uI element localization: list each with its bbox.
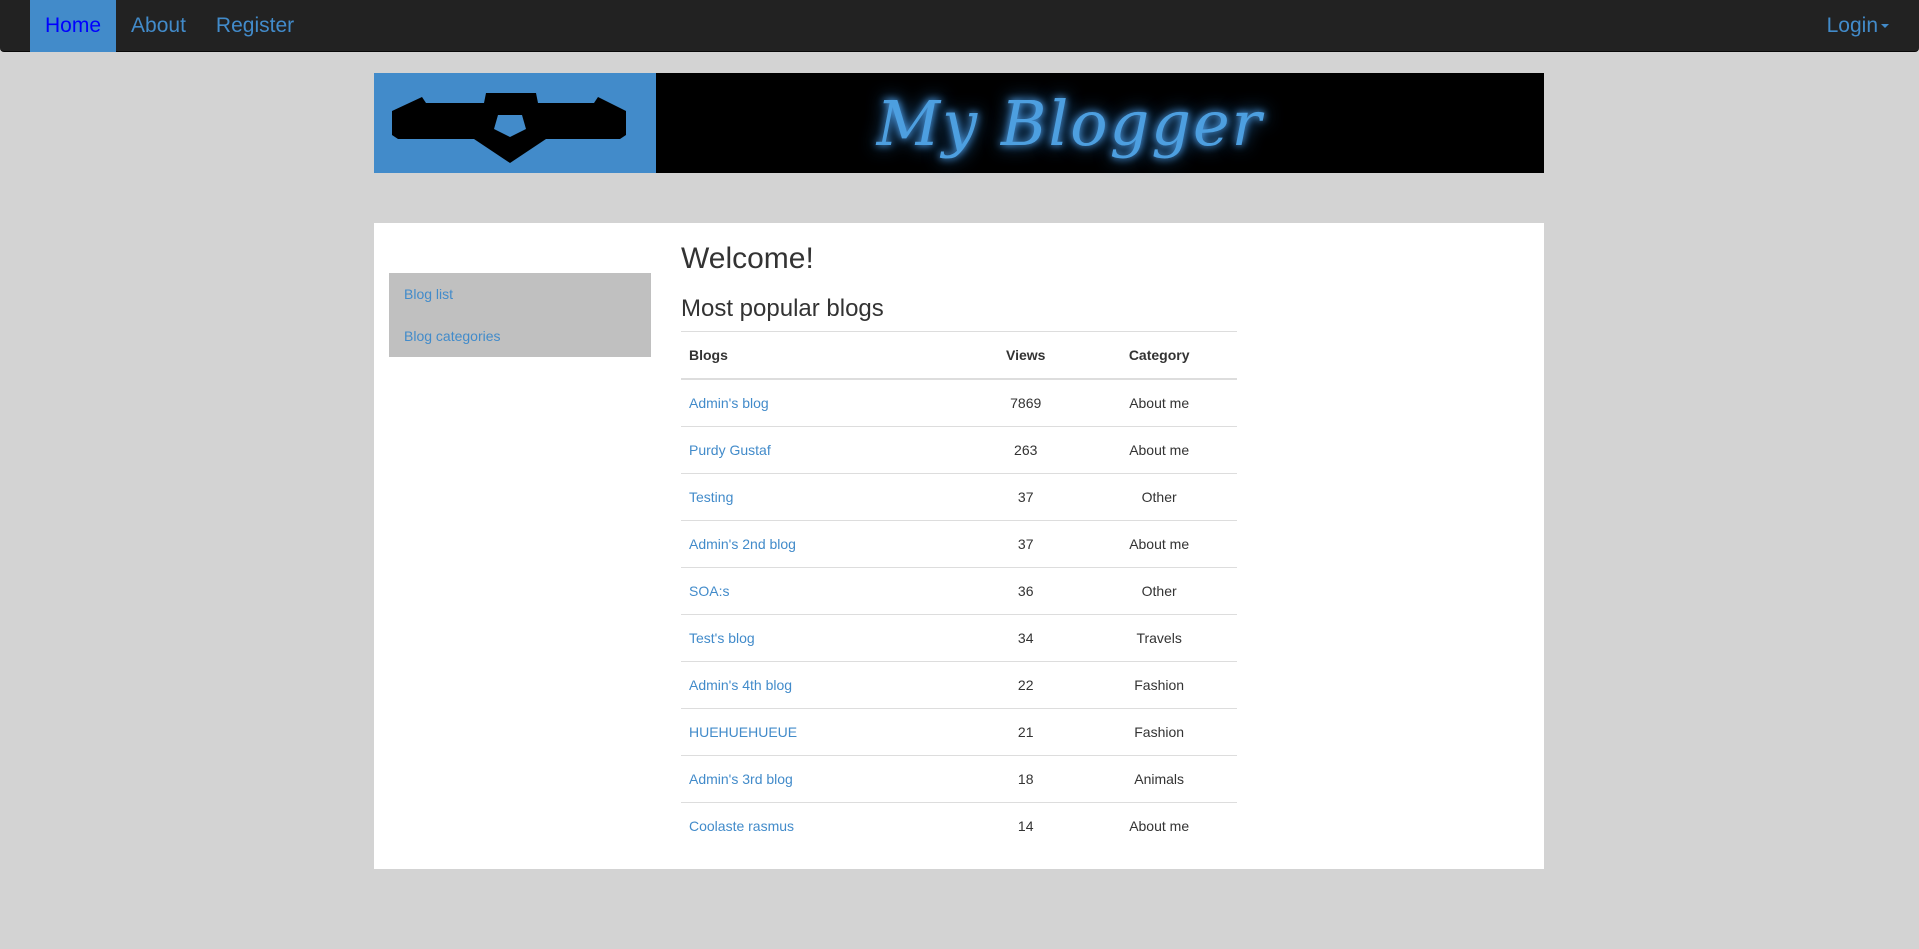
- blog-link[interactable]: Testing: [681, 473, 971, 521]
- sidebar-item-blog-list[interactable]: Blog list: [389, 273, 651, 315]
- site-banner: My Blogger: [374, 73, 1544, 173]
- section-title: Most popular blogs: [681, 295, 884, 322]
- sidebar: Blog list Blog categories: [389, 273, 651, 357]
- table-row: HUEHUEHUEUE 21 Fashion: [681, 708, 1237, 756]
- blog-category: About me: [1081, 802, 1237, 849]
- blog-link[interactable]: Purdy Gustaf: [681, 426, 971, 474]
- blog-link[interactable]: Admin's 2nd blog: [681, 520, 971, 568]
- blog-views: 263: [970, 426, 1082, 474]
- blog-views: 34: [970, 614, 1082, 662]
- blog-category: Other: [1081, 473, 1237, 521]
- blog-views: 37: [970, 473, 1082, 521]
- blog-link[interactable]: HUEHUEHUEUE: [681, 708, 971, 756]
- content-container: Blog list Blog categories Welcome! Most …: [374, 223, 1544, 869]
- banner-title: My Blogger: [876, 86, 1264, 160]
- table-row: SOA:s 36 Other: [681, 567, 1237, 615]
- top-navbar: Home About Register Login: [0, 0, 1919, 52]
- table-row: Testing 37 Other: [681, 473, 1237, 521]
- blog-link[interactable]: Coolaste rasmus: [681, 802, 971, 849]
- page-title: Welcome!: [681, 242, 814, 275]
- table-row: Admin's blog 7869 About me: [681, 378, 1237, 427]
- blog-link[interactable]: SOA:s: [681, 567, 971, 615]
- blog-views: 37: [970, 520, 1082, 568]
- table-row: Admin's 3rd blog 18 Animals: [681, 755, 1237, 803]
- blog-link[interactable]: Admin's blog: [681, 378, 971, 427]
- blog-views: 22: [970, 661, 1082, 709]
- mask-logo-icon: [374, 73, 656, 173]
- table-row: Test's blog 34 Travels: [681, 614, 1237, 662]
- table-row: Admin's 2nd blog 37 About me: [681, 520, 1237, 568]
- table-row: Purdy Gustaf 263 About me: [681, 426, 1237, 474]
- table-header-row: Blogs Views Category: [681, 331, 1237, 380]
- login-label: Login: [1826, 14, 1878, 37]
- blog-category: About me: [1081, 378, 1237, 427]
- blog-link[interactable]: Admin's 3rd blog: [681, 755, 971, 803]
- popular-blogs-table: Blogs Views Category Admin's blog 7869 A…: [681, 331, 1237, 849]
- column-header-category: Category: [1081, 331, 1237, 380]
- blog-link[interactable]: Test's blog: [681, 614, 971, 662]
- nav-links: Home About Register: [30, 0, 309, 52]
- blog-views: 14: [970, 802, 1082, 849]
- blog-category: About me: [1081, 426, 1237, 474]
- blog-category: Other: [1081, 567, 1237, 615]
- blog-views: 21: [970, 708, 1082, 756]
- sidebar-item-blog-categories[interactable]: Blog categories: [389, 315, 651, 357]
- blog-link[interactable]: Admin's 4th blog: [681, 661, 971, 709]
- caret-down-icon: [1881, 24, 1889, 29]
- column-header-blogs: Blogs: [681, 331, 971, 380]
- blog-category: Fashion: [1081, 708, 1237, 756]
- column-header-views: Views: [970, 331, 1082, 380]
- nav-home-link[interactable]: Home: [30, 0, 117, 52]
- blog-category: Travels: [1081, 614, 1237, 662]
- nav-about-link[interactable]: About: [116, 0, 201, 52]
- blog-views: 36: [970, 567, 1082, 615]
- blog-category: About me: [1081, 520, 1237, 568]
- nav-register-link[interactable]: Register: [201, 0, 309, 52]
- blog-category: Animals: [1081, 755, 1237, 803]
- table-row: Admin's 4th blog 22 Fashion: [681, 661, 1237, 709]
- table-row: Coolaste rasmus 14 About me: [681, 802, 1237, 849]
- blog-views: 18: [970, 755, 1082, 803]
- blog-category: Fashion: [1081, 661, 1237, 709]
- blog-views: 7869: [970, 378, 1082, 427]
- login-dropdown[interactable]: Login: [1827, 0, 1889, 52]
